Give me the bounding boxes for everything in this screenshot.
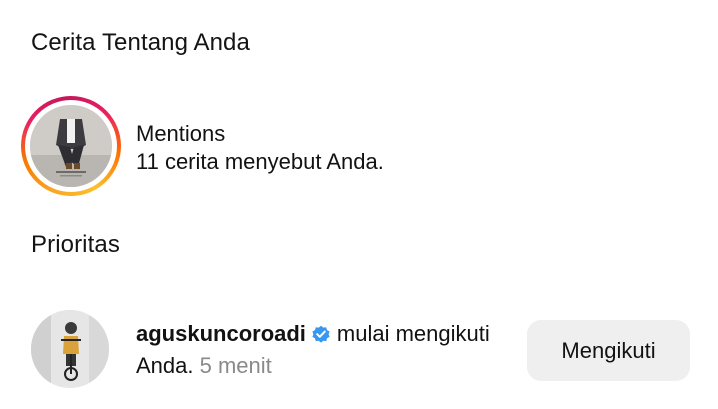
follower-avatar-image [31, 310, 109, 388]
section-title-priority: Prioritas [31, 231, 120, 258]
notification-line-2: Anda. 5 menit [136, 353, 272, 379]
mentions-story-thumbnail [30, 105, 112, 187]
follower-avatar[interactable] [31, 310, 109, 388]
notification-time: 5 menit [199, 353, 272, 378]
story-thumbnail-image [30, 105, 112, 187]
verified-badge-icon [311, 324, 331, 344]
notification-line-1: aguskuncoroadi mulai mengikuti [136, 321, 490, 347]
section-title-stories: Cerita Tentang Anda [31, 29, 250, 56]
mentions-title[interactable]: Mentions [136, 121, 225, 147]
notification-action-cont: Anda. [136, 353, 200, 378]
notification-username[interactable]: aguskuncoroadi [136, 321, 306, 347]
notification-action: mulai mengikuti [336, 321, 490, 346]
mentions-subtitle: 11 cerita menyebut Anda. [136, 149, 384, 174]
mentions-story-avatar[interactable] [21, 96, 121, 196]
following-button[interactable]: Mengikuti [527, 320, 690, 381]
